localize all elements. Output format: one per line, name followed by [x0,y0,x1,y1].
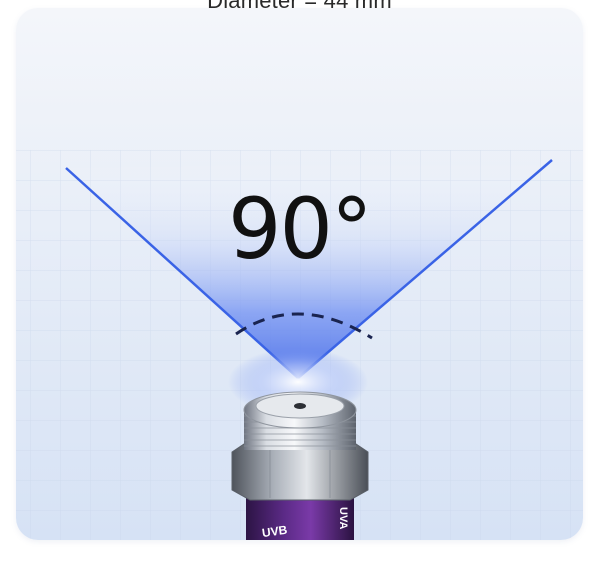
angle-label: 90° [228,180,373,278]
beam-angle-illustration: UVB UVA [16,150,583,540]
uv-sensor: UVB UVA [231,391,369,540]
sensor-lens [294,403,306,409]
sensor-label-uva: UVA [337,507,349,529]
diameter-caption: Diameter = 44 mm [207,0,392,13]
